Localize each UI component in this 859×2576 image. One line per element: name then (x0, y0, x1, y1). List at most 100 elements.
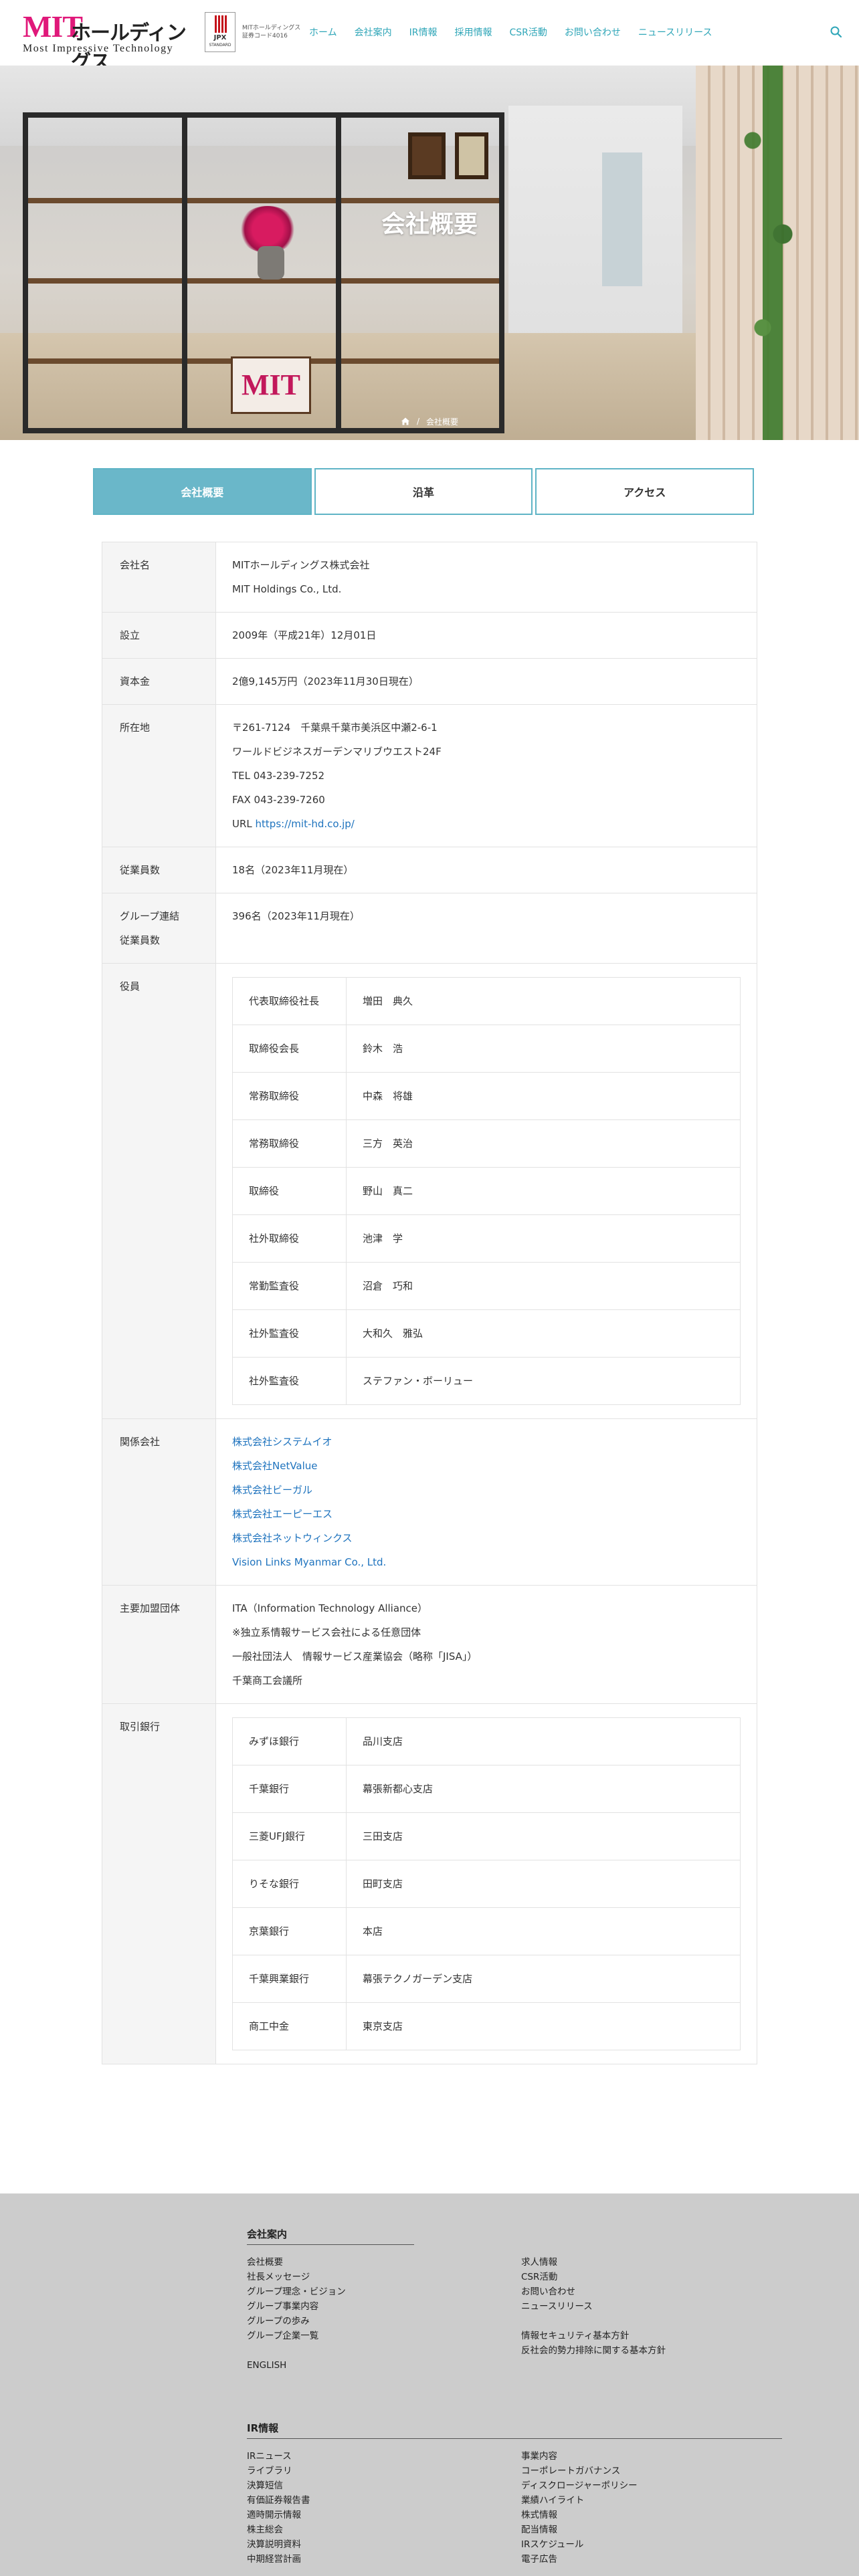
officer-name: 池津 学 (346, 1214, 741, 1263)
row-label-line: グループ連結 (120, 910, 180, 922)
table-row: 所在地 〒261-7124 千葉県千葉市美浜区中瀬2-6-1 ワールドビジネスガ… (102, 704, 757, 847)
footer-link[interactable]: 株主総会 (247, 2523, 310, 2537)
footer-link[interactable]: 適時開示情報 (247, 2508, 310, 2523)
nav-contact[interactable]: お問い合わせ (565, 25, 621, 39)
org-line: ITA（Information Technology Alliance） (232, 1602, 428, 1614)
affiliate-link[interactable]: 株式会社ビーガル (232, 1484, 312, 1496)
footer-link[interactable]: グループの歩み (247, 2314, 346, 2329)
officer-row: 社外取締役 池津 学 (232, 1214, 741, 1263)
tab-access[interactable]: アクセス (535, 468, 755, 515)
bank-branch: 本店 (346, 1907, 741, 1955)
company-logo[interactable]: MIT ホールディングス Most Impressive Technology (23, 9, 198, 74)
officer-name: 三方 英治 (346, 1119, 741, 1168)
row-label: 取引銀行 (102, 1703, 216, 2064)
officer-row: 社外監査役 ステファン・ボーリュー (232, 1357, 741, 1405)
nav-news[interactable]: ニュースリリース (638, 25, 712, 39)
tab-company-overview[interactable]: 会社概要 (93, 468, 312, 515)
officer-row: 代表取締役社長 増田 典久 (232, 977, 741, 1025)
officer-name: ステファン・ボーリュー (346, 1357, 741, 1405)
bank-row: 商工中金 東京支店 (232, 2002, 741, 2050)
shelf-board (28, 198, 499, 203)
footer-link[interactable]: IRスケジュール (521, 2537, 638, 2552)
row-label: 会社名 (102, 542, 216, 613)
footer-link[interactable]: お問い合わせ (521, 2284, 666, 2299)
footer-link[interactable]: 事業内容 (521, 2449, 638, 2464)
footer-link[interactable]: 反社会的勢力排除に関する基本方針 (521, 2343, 666, 2358)
affiliate-link[interactable]: Vision Links Myanmar Co., Ltd. (232, 1556, 386, 1568)
table-row: 主要加盟団体 ITA（Information Technology Allian… (102, 1585, 757, 1704)
officer-name: 野山 真二 (346, 1167, 741, 1215)
footer-link[interactable]: グループ企業一覧 (247, 2329, 346, 2343)
founded-value: 2009年（平成21年）12月01日 (215, 612, 757, 659)
footer-link[interactable]: ライブラリ (247, 2464, 310, 2478)
jpx-sub-label: STANDARD (209, 43, 231, 47)
search-icon[interactable] (830, 25, 843, 39)
footer-divider (247, 2438, 782, 2439)
affiliate-link[interactable]: 株式会社ネットウィンクス (232, 1532, 353, 1544)
footer-link[interactable]: グループ理念・ビジョン (247, 2284, 346, 2299)
officer-role: 常務取締役 (232, 1072, 347, 1120)
footer-link[interactable]: 配当情報 (521, 2523, 638, 2537)
bank-branch: 三田支店 (346, 1812, 741, 1860)
affiliates-value: 株式会社システムイオ 株式会社NetValue 株式会社ビーガル 株式会社エーピ… (215, 1418, 757, 1586)
nav-ir[interactable]: IR情報 (409, 25, 438, 39)
nav-recruit[interactable]: 採用情報 (454, 25, 492, 39)
bank-name: 千葉銀行 (232, 1765, 347, 1813)
footer-link[interactable]: 決算短信 (247, 2478, 310, 2493)
officer-name: 大和久 雅弘 (346, 1309, 741, 1358)
employees-value: 18名（2023年11月現在） (215, 847, 757, 893)
bank-row: りそな銀行 田町支店 (232, 1860, 741, 1908)
footer-link[interactable]: CSR活動 (521, 2270, 666, 2284)
nav-home[interactable]: ホーム (309, 25, 337, 39)
site-footer: 会社案内 会社概要 社長メッセージ グループ理念・ビジョン グループ事業内容 グ… (0, 2193, 859, 2576)
footer-link[interactable]: 中期経営計画 (247, 2552, 310, 2567)
affiliate-link[interactable]: 株式会社エーピーエス (232, 1508, 332, 1520)
bank-branch: 幕張新都心支店 (346, 1765, 741, 1813)
row-label: 役員 (102, 963, 216, 1419)
row-value: MITホールディングス株式会社 MIT Holdings Co., Ltd. (215, 542, 757, 613)
table-row: グループ連結 従業員数 396名（2023年11月現在） (102, 893, 757, 964)
address-value: 〒261-7124 千葉県千葉市美浜区中瀬2-6-1 ワールドビジネスガーデンマ… (215, 704, 757, 847)
officer-name: 中森 将雄 (346, 1072, 741, 1120)
officer-name: 増田 典久 (346, 977, 741, 1025)
nav-csr[interactable]: CSR活動 (509, 25, 547, 39)
affiliate-link[interactable]: 株式会社NetValue (232, 1460, 318, 1472)
footer-link[interactable]: 情報セキュリティ基本方針 (521, 2329, 666, 2343)
officers-table: 代表取締役社長 増田 典久 取締役会長 鈴木 浩 常務取締役 中森 将雄 常務取締役三… (232, 977, 741, 1405)
officer-name: 沼倉 巧和 (346, 1262, 741, 1310)
officer-name: 鈴木 浩 (346, 1025, 741, 1073)
hero-plants (723, 66, 823, 440)
footer-link[interactable]: 株式情報 (521, 2508, 638, 2523)
footer-link[interactable]: ニュースリリース (521, 2299, 666, 2314)
row-label: 所在地 (102, 704, 216, 847)
footer-link[interactable]: 求人情報 (521, 2255, 666, 2270)
officer-role: 常務取締役 (232, 1119, 347, 1168)
footer-link[interactable]: 決算説明資料 (247, 2537, 310, 2552)
footer-link[interactable]: IRニュース (247, 2449, 310, 2464)
footer-link[interactable]: 有価証券報告書 (247, 2493, 310, 2508)
footer-ir-col2: 事業内容 コーポレートガバナンス ディスクロージャーポリシー 業績ハイライト 株… (521, 2449, 638, 2567)
officer-role: 社外取締役 (232, 1214, 347, 1263)
footer-link[interactable]: 社長メッセージ (247, 2270, 346, 2284)
main-nav: ホーム 会社案内 IR情報 採用情報 CSR活動 お問い合わせ ニュースリリース (309, 25, 729, 39)
footer-link[interactable]: ディスクロージャーポリシー (521, 2478, 638, 2493)
company-url-link[interactable]: https://mit-hd.co.jp/ (256, 818, 355, 830)
footer-heading: 会社案内 (247, 2228, 288, 2240)
capital-value: 2億9,145万円（2023年11月30日現在） (215, 658, 757, 705)
footer-link[interactable]: 業績ハイライト (521, 2493, 638, 2508)
footer-link[interactable]: グループ事業内容 (247, 2299, 346, 2314)
bank-name: みずほ銀行 (232, 1717, 347, 1765)
tab-history[interactable]: 沿革 (314, 468, 533, 515)
footer-company-col1: 会社概要 社長メッセージ グループ理念・ビジョン グループ事業内容 グループの歩… (247, 2255, 346, 2373)
home-icon[interactable] (401, 417, 410, 426)
officer-row: 取締役 野山 真二 (232, 1167, 741, 1215)
footer-link[interactable]: 電子広告 (521, 2552, 638, 2567)
affiliate-link[interactable]: 株式会社システムイオ (232, 1436, 332, 1448)
bank-name: 商工中金 (232, 2002, 347, 2050)
footer-link[interactable]: コーポレートガバナンス (521, 2464, 638, 2478)
footer-link-english[interactable]: ENGLISH (247, 2358, 346, 2373)
company-name-en: MIT Holdings Co., Ltd. (232, 583, 342, 595)
nav-company[interactable]: 会社案内 (355, 25, 392, 39)
footer-link[interactable]: 会社概要 (247, 2255, 346, 2270)
address-line: ワールドビジネスガーデンマリブウエスト24F (232, 746, 442, 758)
